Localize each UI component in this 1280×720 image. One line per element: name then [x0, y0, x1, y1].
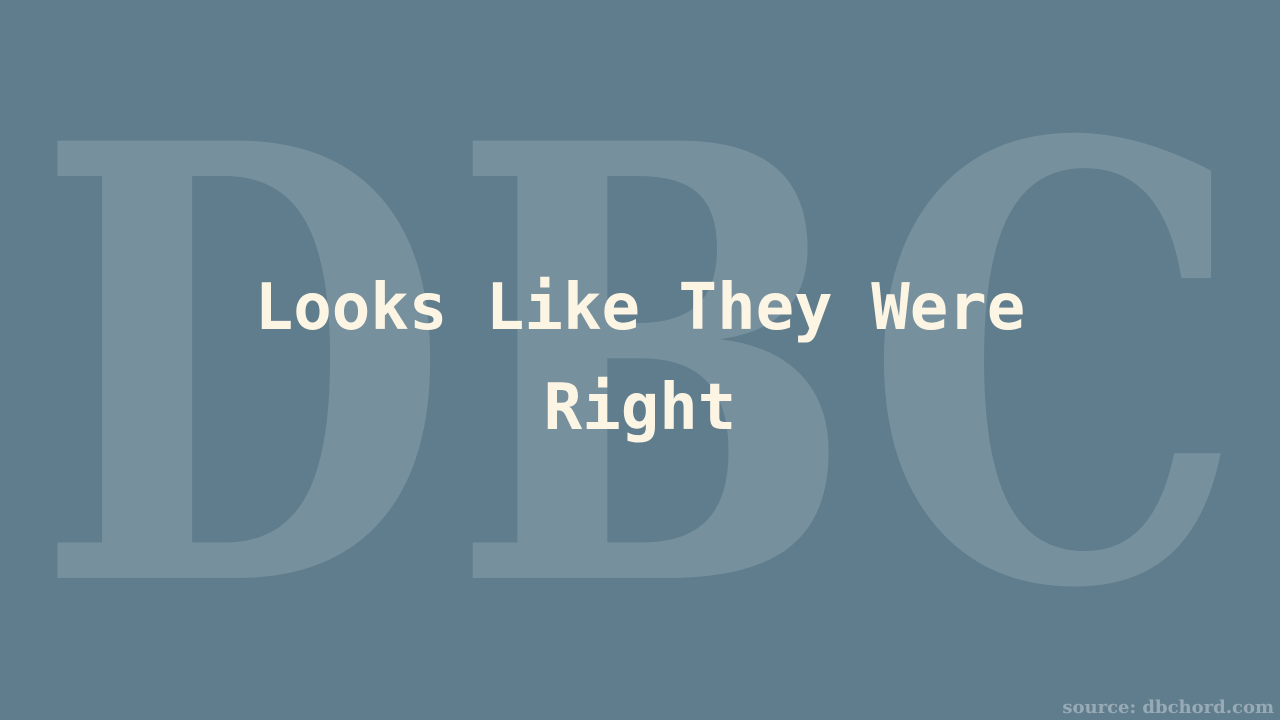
headline: Looks Like They Were Right [140, 258, 1140, 458]
source-credit: source: dbchord.com [1062, 697, 1274, 718]
headline-line-1: Looks Like They Were [254, 271, 1026, 345]
headline-line-2: Right [543, 371, 737, 445]
